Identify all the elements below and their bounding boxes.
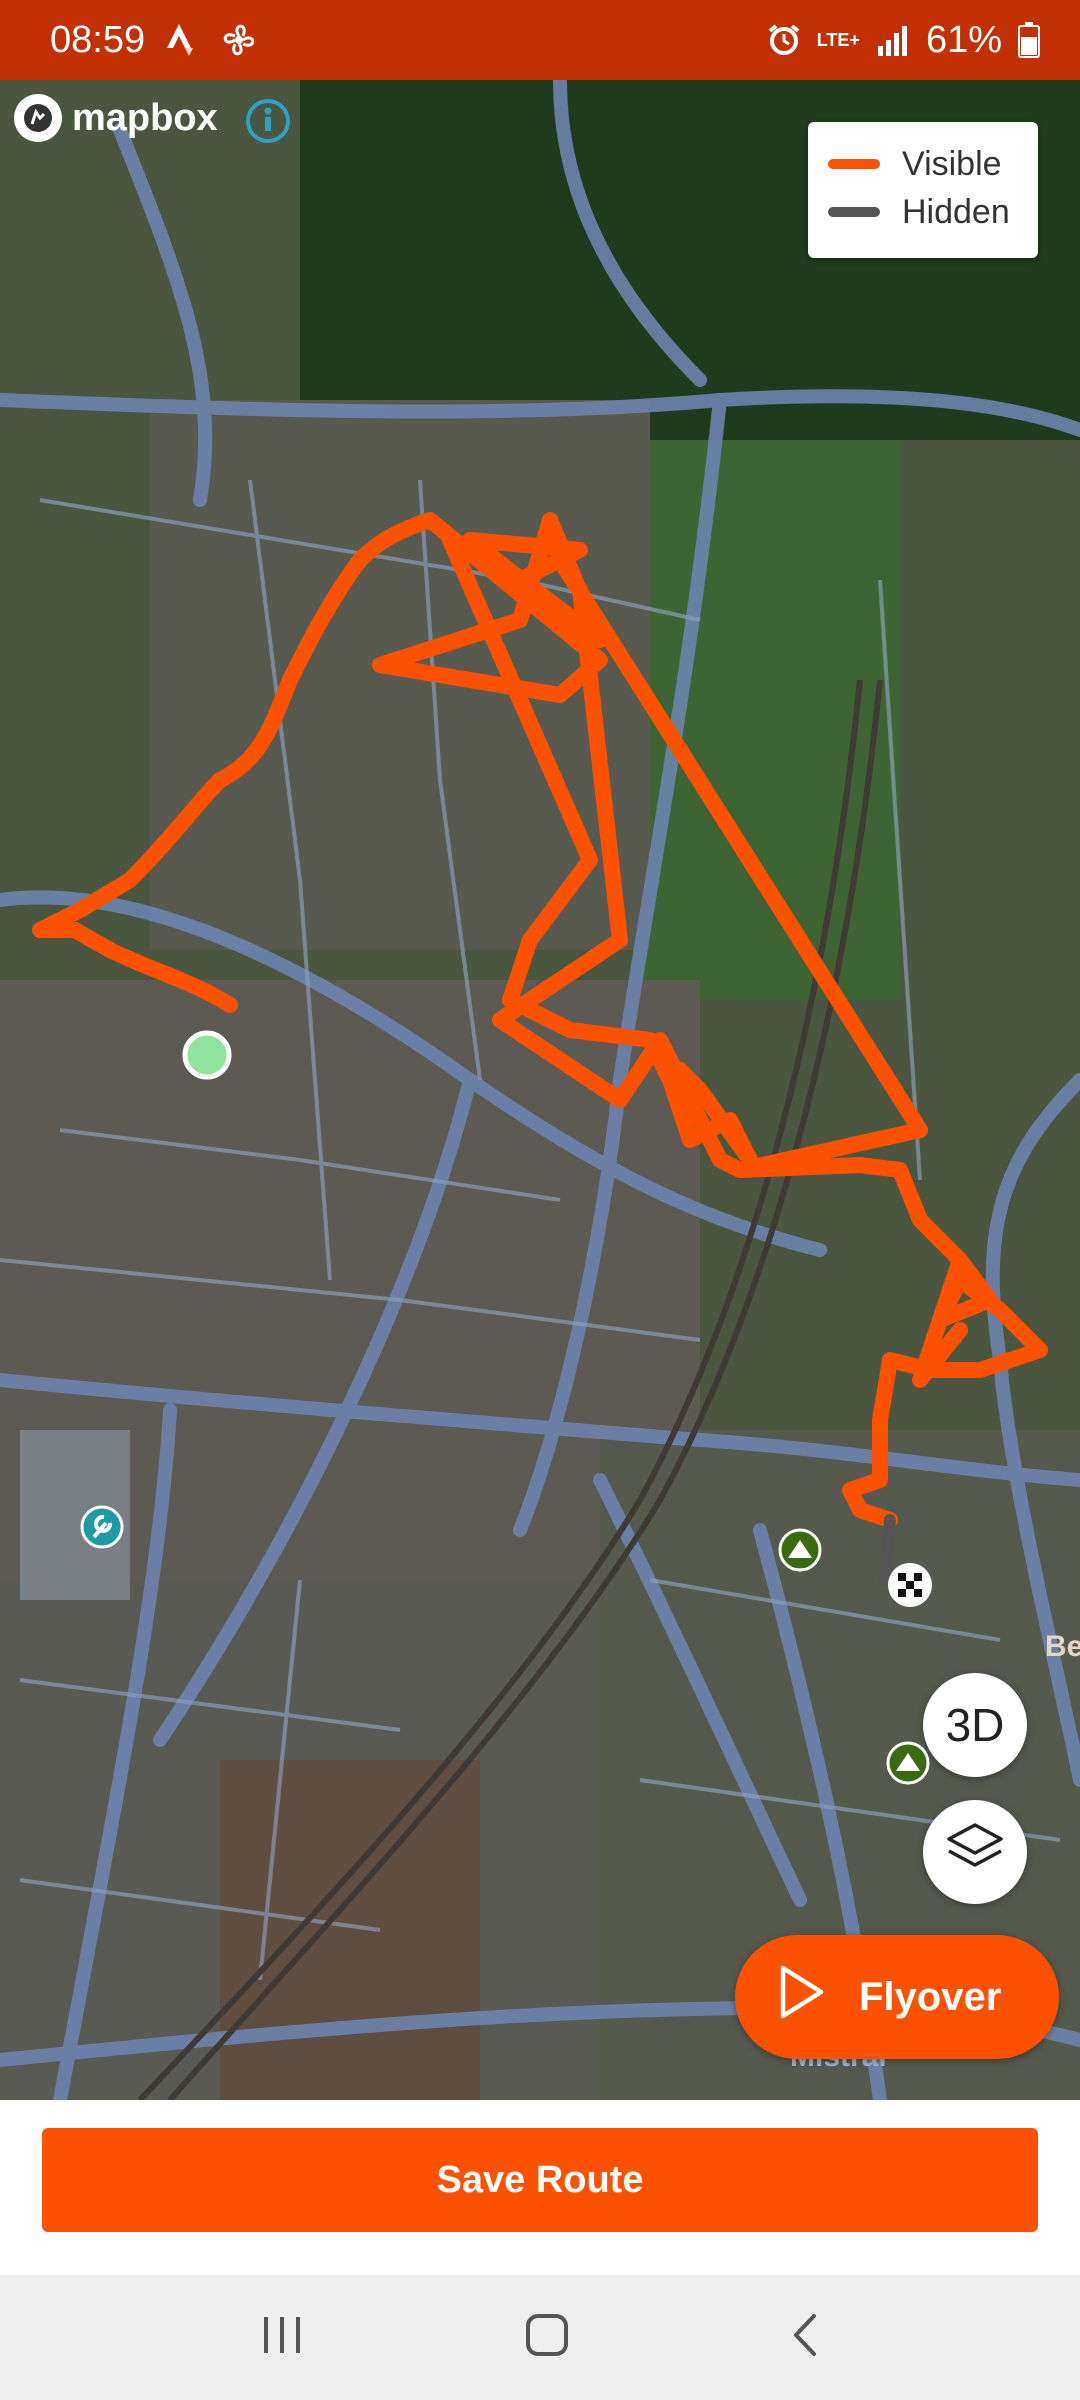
network-type: LTE+ [816, 29, 860, 50]
battery-icon [1018, 22, 1040, 58]
alarm-icon [767, 23, 801, 57]
legend-hidden: Hidden [828, 188, 1018, 236]
recent-apps-icon[interactable] [260, 2315, 304, 2360]
finish-flag-icon [888, 1563, 932, 1607]
hidden-route-segment [879, 1514, 896, 1586]
save-route-button[interactable]: Save Route [42, 2128, 1038, 2232]
signal-icon [876, 24, 910, 56]
mapbox-logo-text: mapbox [72, 96, 218, 139]
system-navigation-bar [0, 2275, 1080, 2400]
battery-percent: 61% [925, 18, 1002, 61]
wrench-poi-icon [80, 1505, 124, 1549]
flyover-label: Flyover [859, 1974, 1002, 2019]
three-d-button[interactable]: 3D [923, 1673, 1027, 1777]
legend-visible: Visible [828, 140, 1018, 188]
legend-visible-label: Visible [902, 144, 1002, 183]
flyover-button[interactable]: Flyover [735, 1935, 1059, 2059]
satellite-map-background [0, 80, 1080, 2100]
mapbox-logo-icon [14, 94, 62, 142]
mountain-poi-icon [886, 1741, 930, 1785]
status-time: 08:59 [50, 18, 146, 61]
fan-icon [219, 20, 259, 60]
back-icon[interactable] [790, 2312, 820, 2363]
hidden-swatch [828, 207, 880, 217]
home-icon[interactable] [524, 2312, 570, 2363]
three-d-label: 3D [945, 1699, 1005, 1751]
mapbox-logo: mapbox [14, 94, 218, 142]
map-layers-button[interactable] [923, 1800, 1027, 1904]
route-map[interactable]: mapbox Visible Hidden Be Mistral 3D Flyo… [0, 80, 1080, 2100]
attribution-info-icon[interactable] [245, 98, 291, 149]
status-bar: 08:59 LTE+ 61% [0, 0, 1080, 80]
play-icon [777, 1964, 825, 2030]
visible-swatch [828, 159, 880, 169]
start-marker [182, 1030, 232, 1080]
strava-notification-icon [167, 22, 197, 58]
legend-hidden-label: Hidden [902, 192, 1010, 231]
mountain-poi-icon [778, 1528, 822, 1572]
layers-icon [945, 1819, 1005, 1886]
route-legend: Visible Hidden [808, 122, 1038, 258]
bottom-action-panel: Save Route [0, 2100, 1080, 2275]
map-place-label: Be [1045, 1630, 1080, 1663]
